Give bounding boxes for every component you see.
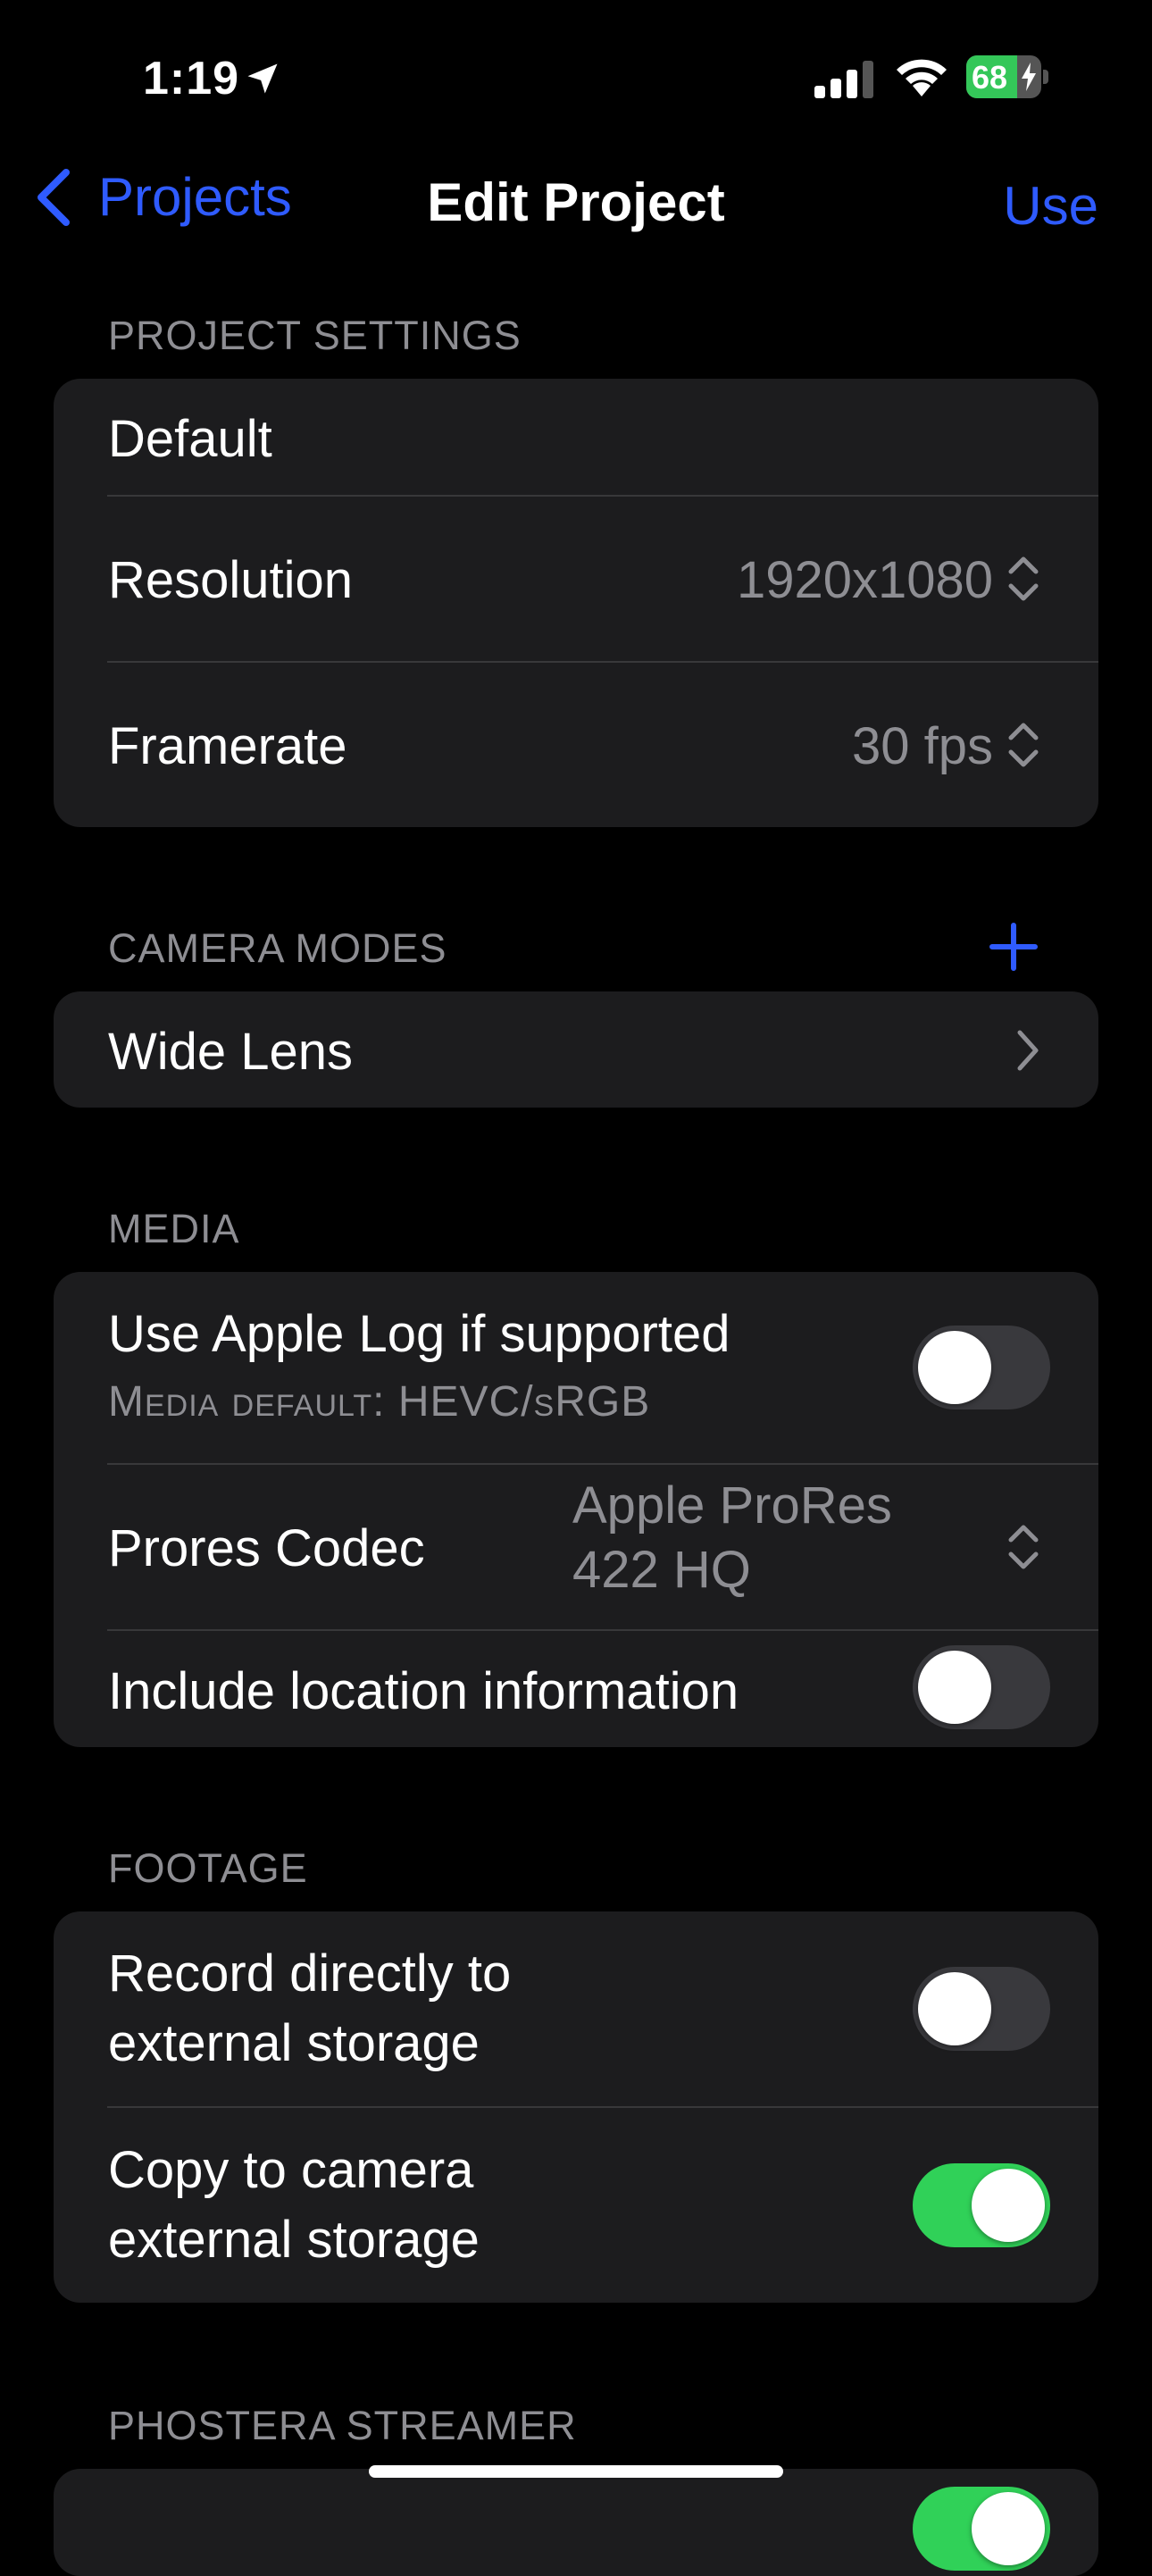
prores-codec-value-line1: Apple ProRes [572,1476,892,1535]
charging-bolt-icon [1022,63,1036,91]
updown-chevron-icon [1008,723,1039,767]
resolution-label: Resolution [108,551,354,609]
project-name-row[interactable]: Default [54,379,1098,495]
page-title: Edit Project [427,172,725,232]
framerate-value: 30 fps [852,717,993,775]
apple-log-sublabel: Media default: HEVC/sRGB [108,1378,651,1426]
camera-mode-row-wide-lens[interactable]: Wide Lens [54,991,1098,1108]
battery-icon: 68 [966,55,1048,98]
project-name-label: Default [108,410,272,468]
record-external-label-line2: external storage [108,2014,480,2072]
resolution-value: 1920x1080 [736,551,993,609]
copy-external-label-line1: Copy to camera [108,2141,474,2199]
camera-mode-label: Wide Lens [108,1023,354,1081]
section-header-media: MEDIA [108,1206,240,1251]
camera-modes-card: Wide Lens [54,991,1098,1108]
apple-log-label: Use Apple Log if supported [108,1305,730,1363]
location-arrow-icon [247,63,278,94]
status-time: 1:19 [143,53,240,105]
use-button[interactable]: Use [1003,175,1098,237]
section-header-phostera-streamer: PHOSTERA STREAMER [108,2403,577,2448]
footage-card: Record directly to external storage Copy… [54,1911,1098,2303]
record-external-toggle[interactable] [913,1967,1050,2051]
prores-codec-value-line2: 422 HQ [572,1541,751,1599]
apple-log-row: Use Apple Log if supported Media default… [54,1272,1098,1463]
section-header-project-settings: PROJECT SETTINGS [108,313,522,358]
battery-percentage: 68 [972,59,1008,96]
location-info-toggle[interactable] [913,1645,1050,1729]
copy-external-toggle[interactable] [913,2163,1050,2247]
framerate-label: Framerate [108,717,347,775]
section-header-footage: FOOTAGE [108,1845,308,1891]
record-external-label-line1: Record directly to [108,1945,512,2003]
location-info-label: Include location information [108,1662,739,1720]
record-external-row: Record directly to external storage [54,1911,1098,2106]
prores-codec-label: Prores Codec [108,1519,425,1577]
media-card: Use Apple Log if supported Media default… [54,1272,1098,1747]
prores-codec-row[interactable]: Prores Codec Apple ProRes 422 HQ [54,1465,1098,1629]
apple-log-toggle[interactable] [913,1326,1050,1409]
add-camera-mode-button[interactable] [987,920,1040,974]
updown-chevron-icon [1008,1525,1039,1569]
updown-chevron-icon [1008,556,1039,601]
copy-external-row: Copy to camera external storage [54,2108,1098,2303]
resolution-row[interactable]: Resolution 1920x1080 [54,497,1098,661]
wifi-icon [897,59,947,96]
project-settings-card: Default Resolution 1920x1080 Framerate 3… [54,379,1098,827]
chevron-right-icon [1017,1030,1039,1071]
copy-external-label-line2: external storage [108,2211,480,2269]
phostera-streamer-card [54,2469,1098,2576]
cellular-signal-icon [814,61,873,98]
location-info-row: Include location information [54,1631,1098,1747]
home-indicator [369,2465,783,2478]
framerate-row[interactable]: Framerate 30 fps [54,663,1098,827]
phostera-streamer-toggle[interactable] [913,2487,1050,2571]
section-header-camera-modes: CAMERA MODES [108,925,447,971]
